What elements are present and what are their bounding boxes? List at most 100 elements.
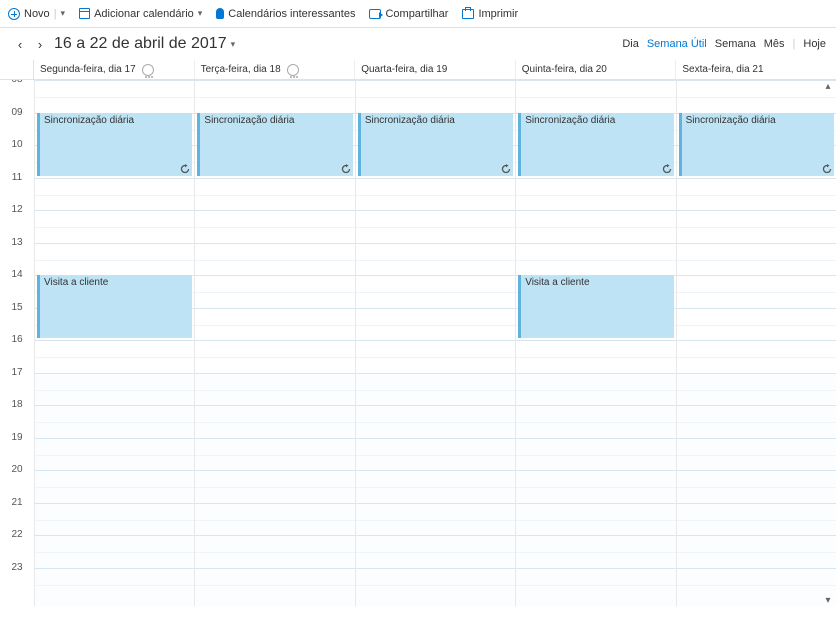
day-column[interactable]: Sincronização diária Visita a cliente <box>34 80 194 606</box>
calendar-event[interactable]: Visita a cliente <box>37 275 192 338</box>
time-slot[interactable] <box>516 373 675 406</box>
new-button[interactable]: Novo | ▾ <box>8 8 65 20</box>
time-slot[interactable] <box>677 470 836 503</box>
time-slot[interactable] <box>35 210 194 243</box>
time-slot[interactable] <box>35 373 194 406</box>
chevron-down-icon[interactable]: ▾ <box>61 8 66 19</box>
view-month[interactable]: Mês <box>764 38 785 50</box>
time-slot[interactable] <box>677 80 836 113</box>
day-header[interactable]: Terça-feira, dia 18 <box>195 60 356 79</box>
calendar-event[interactable]: Sincronização diária <box>358 113 513 176</box>
day-header[interactable]: Quarta-feira, dia 19 <box>355 60 516 79</box>
time-slot[interactable] <box>677 210 836 243</box>
time-slot[interactable] <box>195 210 354 243</box>
time-slot[interactable] <box>677 503 836 536</box>
time-slot[interactable] <box>356 373 515 406</box>
chevron-down-icon[interactable]: ▾ <box>198 8 203 19</box>
time-slot[interactable] <box>516 438 675 471</box>
time-slot[interactable] <box>195 243 354 276</box>
calendar-event[interactable]: Visita a cliente <box>518 275 673 338</box>
time-slot[interactable] <box>35 503 194 536</box>
time-slot[interactable] <box>35 340 194 373</box>
view-today[interactable]: Hoje <box>803 38 826 50</box>
time-slot[interactable] <box>35 568 194 601</box>
share-button[interactable]: Compartilhar <box>369 8 448 20</box>
time-slot[interactable] <box>516 210 675 243</box>
time-slot[interactable] <box>677 275 836 308</box>
time-slot[interactable] <box>195 275 354 308</box>
date-range[interactable]: 16 a 22 de abril de 2017 ▾ <box>54 35 235 53</box>
scroll-down-button[interactable]: ▾ <box>822 594 834 606</box>
time-slot[interactable] <box>516 80 675 113</box>
time-slot[interactable] <box>195 568 354 601</box>
time-slot[interactable] <box>195 373 354 406</box>
time-slot[interactable] <box>516 535 675 568</box>
calendar-event[interactable]: Sincronização diária <box>679 113 834 176</box>
time-slot[interactable] <box>35 80 194 113</box>
time-slot[interactable] <box>35 405 194 438</box>
time-slot[interactable] <box>677 438 836 471</box>
interesting-calendars-button[interactable]: Calendários interessantes <box>216 8 355 20</box>
time-slot[interactable] <box>195 535 354 568</box>
time-slot[interactable] <box>677 308 836 341</box>
time-slot[interactable] <box>195 80 354 113</box>
day-header[interactable]: Segunda-feira, dia 17 <box>34 60 195 79</box>
time-slot[interactable] <box>195 340 354 373</box>
time-slot[interactable] <box>516 243 675 276</box>
calendar-event[interactable]: Sincronização diária <box>37 113 192 176</box>
time-slot[interactable] <box>677 373 836 406</box>
time-slot[interactable] <box>516 470 675 503</box>
scroll-up-button[interactable]: ▴ <box>822 80 834 92</box>
time-slot[interactable] <box>195 405 354 438</box>
time-slot[interactable] <box>677 535 836 568</box>
time-slot[interactable] <box>356 308 515 341</box>
print-button[interactable]: Imprimir <box>462 8 518 20</box>
day-column[interactable]: Sincronização diária <box>676 80 836 606</box>
day-header[interactable]: Quinta-feira, dia 20 <box>516 60 677 79</box>
calendar-event[interactable]: Sincronização diária <box>518 113 673 176</box>
time-slot[interactable] <box>677 568 836 601</box>
time-slot[interactable] <box>356 210 515 243</box>
time-slot[interactable] <box>516 503 675 536</box>
time-slot[interactable] <box>677 405 836 438</box>
add-calendar-button[interactable]: Adicionar calendário ▾ <box>79 8 202 20</box>
time-slot[interactable] <box>516 405 675 438</box>
time-slot[interactable] <box>356 80 515 113</box>
time-slot[interactable] <box>356 503 515 536</box>
next-week-button[interactable]: › <box>30 34 50 54</box>
time-slot[interactable] <box>356 535 515 568</box>
time-slot[interactable] <box>195 470 354 503</box>
view-week[interactable]: Semana <box>715 38 756 50</box>
time-slot[interactable] <box>356 568 515 601</box>
time-slot[interactable] <box>356 275 515 308</box>
time-slot[interactable] <box>195 438 354 471</box>
time-slot[interactable] <box>516 568 675 601</box>
day-header[interactable]: Sexta-feira, dia 21 <box>676 60 836 79</box>
time-slot[interactable] <box>356 340 515 373</box>
day-column[interactable]: Sincronização diária <box>355 80 515 606</box>
day-column[interactable]: Sincronização diária Visita a cliente <box>515 80 675 606</box>
time-slot[interactable] <box>35 438 194 471</box>
time-slot[interactable] <box>195 308 354 341</box>
view-work-week[interactable]: Semana Útil <box>647 38 707 50</box>
time-slot[interactable] <box>195 503 354 536</box>
time-slot[interactable] <box>677 243 836 276</box>
time-slot[interactable] <box>356 405 515 438</box>
time-slot[interactable] <box>516 178 675 211</box>
time-slot[interactable] <box>195 178 354 211</box>
view-day[interactable]: Dia <box>622 38 639 50</box>
time-slot[interactable] <box>356 178 515 211</box>
calendar-event[interactable]: Sincronização diária <box>197 113 352 176</box>
time-slot[interactable] <box>677 178 836 211</box>
time-slot[interactable] <box>356 243 515 276</box>
time-slot[interactable] <box>516 340 675 373</box>
day-column[interactable]: Sincronização diária <box>194 80 354 606</box>
time-slot[interactable] <box>356 438 515 471</box>
time-slot[interactable] <box>35 470 194 503</box>
time-slot[interactable] <box>356 470 515 503</box>
time-slot[interactable] <box>35 178 194 211</box>
prev-week-button[interactable]: ‹ <box>10 34 30 54</box>
time-slot[interactable] <box>677 340 836 373</box>
time-slot[interactable] <box>35 535 194 568</box>
time-slot[interactable] <box>35 243 194 276</box>
